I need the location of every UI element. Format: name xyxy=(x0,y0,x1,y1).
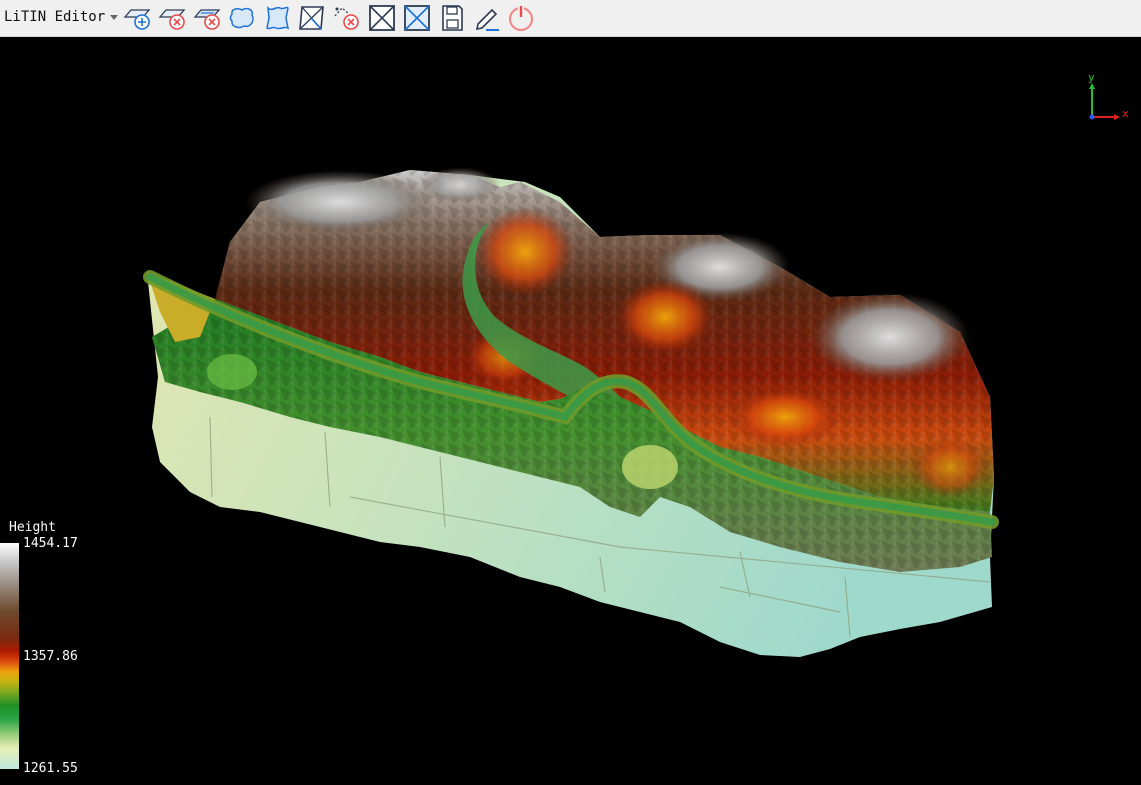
polygon-select-button[interactable] xyxy=(227,4,257,32)
axis-gizmo: y x xyxy=(1082,71,1132,125)
chevron-down-icon[interactable] xyxy=(110,15,118,20)
flatten-button[interactable] xyxy=(297,4,327,32)
legend-max-label: 1454.17 xyxy=(23,536,78,551)
x-axis-label: x xyxy=(1122,107,1129,120)
plane-remove-icon xyxy=(158,9,186,30)
points-remove-icon xyxy=(334,7,359,30)
crossed-box-icon xyxy=(369,5,395,31)
remove-points-button[interactable] xyxy=(332,4,362,32)
3d-viewport[interactable]: y x Height 1454.17 1357.86 1261.55 xyxy=(0,37,1141,785)
crossed-box-blue-icon xyxy=(404,5,430,31)
wave-polygon-icon xyxy=(266,5,290,30)
add-tin-button[interactable] xyxy=(122,4,152,32)
box-cross-icon xyxy=(299,6,324,30)
floppy-disk-icon xyxy=(442,5,463,31)
delete-tin-alt-button[interactable] xyxy=(192,4,222,32)
save-button[interactable] xyxy=(437,4,467,32)
legend-min-label: 1261.55 xyxy=(23,761,78,776)
delete-tin-button[interactable] xyxy=(157,4,187,32)
toolbar: LiTIN Editor xyxy=(0,0,1141,37)
edit-button[interactable] xyxy=(472,4,502,32)
y-axis-label: y xyxy=(1088,71,1095,84)
legend-color-bar xyxy=(0,543,19,769)
power-icon xyxy=(508,6,534,32)
clear-area-button[interactable] xyxy=(367,4,397,32)
terrain-model[interactable] xyxy=(0,37,1141,785)
legend-mid-label: 1357.86 xyxy=(23,649,78,664)
plane-remove-alt-icon xyxy=(193,9,221,30)
app-title-dropdown[interactable]: LiTIN Editor xyxy=(4,9,105,25)
exit-button[interactable] xyxy=(507,4,537,32)
legend-title: Height xyxy=(9,520,56,535)
plane-add-icon xyxy=(123,9,151,30)
clear-area-alt-button[interactable] xyxy=(402,4,432,32)
blob-polygon-icon xyxy=(229,7,254,29)
pencil-icon xyxy=(475,8,499,31)
polygon-edit-button[interactable] xyxy=(262,4,292,32)
